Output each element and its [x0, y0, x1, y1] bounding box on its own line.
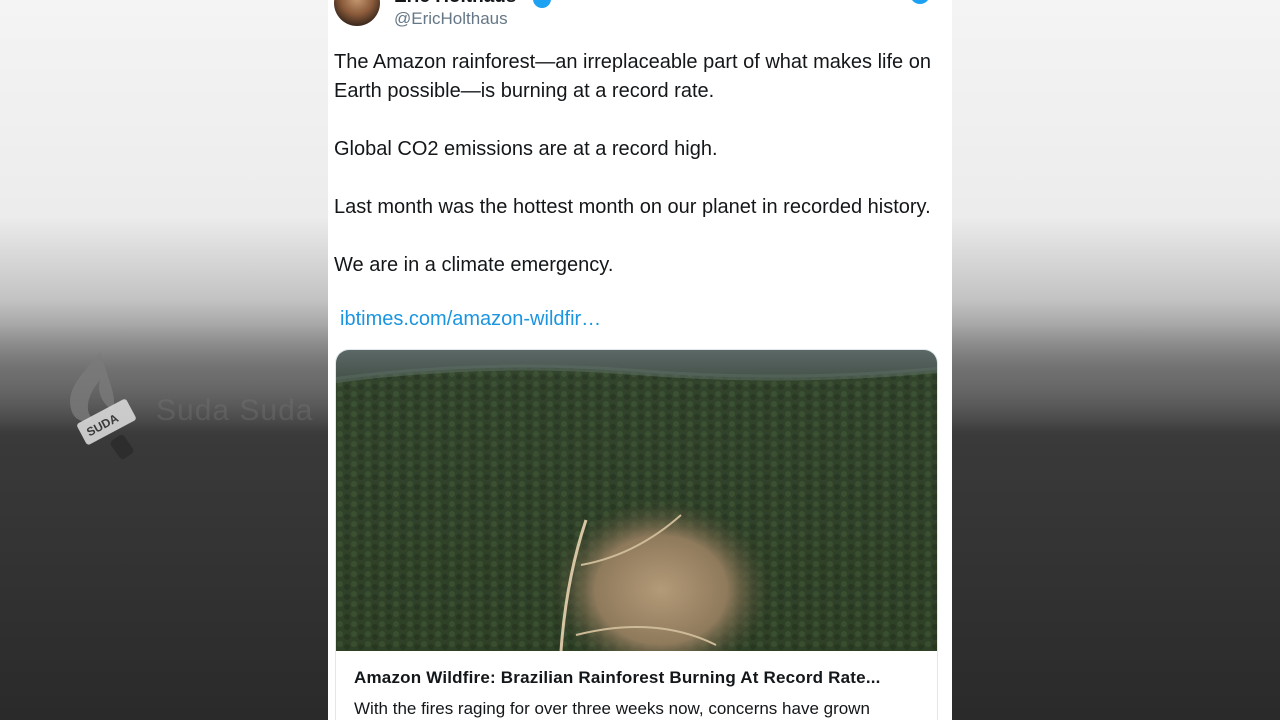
avatar[interactable]: [334, 0, 380, 26]
watermark-logo-icon: SUDA: [62, 350, 152, 465]
tweet-paragraph: Last month was the hottest month on our …: [334, 196, 931, 218]
tweet-paragraph: Global CO2 emissions are at a record hig…: [334, 138, 718, 160]
tweet-paragraph: The Amazon rainforest—an irreplaceable p…: [334, 51, 931, 102]
link-preview-card[interactable]: Amazon Wildfire: Brazilian Rainforest Bu…: [335, 349, 938, 720]
tweet-text: The Amazon rainforest—an irreplaceable p…: [334, 48, 942, 280]
user-handle[interactable]: @EricHolthaus: [394, 9, 508, 29]
twitter-bird-icon[interactable]: [910, 0, 930, 4]
card-description: With the fires raging for over three wee…: [354, 699, 870, 718]
card-title[interactable]: Amazon Wildfire: Brazilian Rainforest Bu…: [354, 668, 881, 688]
verified-badge-icon: [533, 0, 551, 8]
blurred-backdrop-right: [952, 0, 1280, 720]
article-link[interactable]: ibtimes.com/amazon-wildfir…: [340, 308, 601, 331]
display-name[interactable]: Eric Holthaus: [394, 0, 516, 8]
tweet-card: Eric Holthaus @EricHolthaus The Amazon r…: [328, 0, 952, 720]
rainforest-photo: [336, 350, 937, 651]
tweet-paragraph: We are in a climate emergency.: [334, 254, 614, 276]
watermark-text: Suda Suda: [156, 394, 314, 427]
blurred-backdrop-left: [0, 0, 328, 720]
